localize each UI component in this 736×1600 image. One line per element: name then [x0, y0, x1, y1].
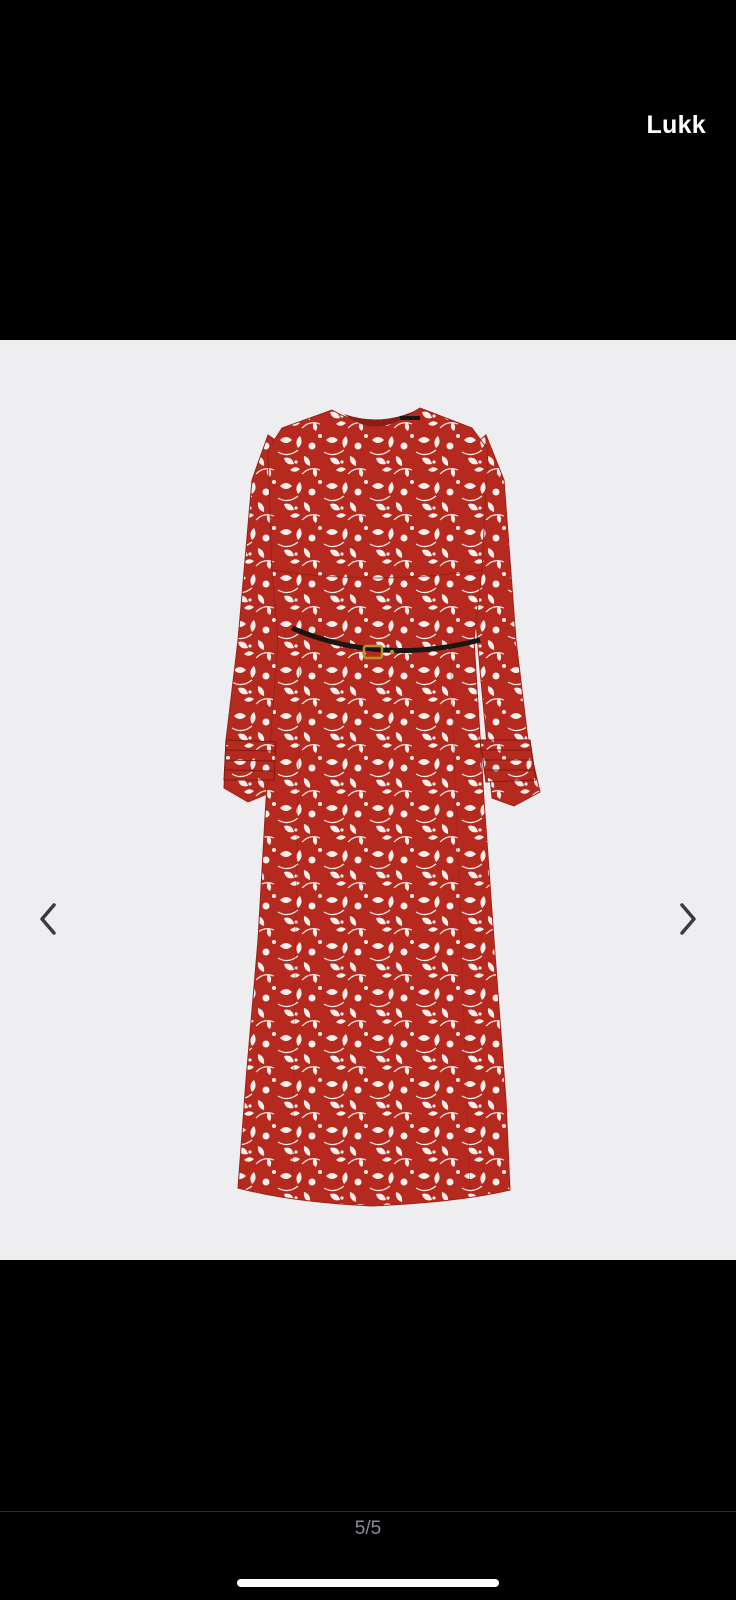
home-indicator[interactable] — [237, 1579, 499, 1587]
next-image-button[interactable] — [669, 889, 709, 949]
chevron-right-icon — [680, 903, 696, 935]
image-viewer: Lukk 5/5 — [0, 0, 736, 1600]
image-counter: 5/5 — [354, 1518, 382, 1539]
chevron-left-icon — [40, 903, 56, 935]
footer-divider — [0, 1511, 736, 1512]
close-button[interactable]: Lukk — [646, 110, 706, 140]
image-area — [0, 340, 736, 1260]
previous-image-button[interactable] — [27, 889, 67, 949]
product-image — [223, 407, 541, 1207]
